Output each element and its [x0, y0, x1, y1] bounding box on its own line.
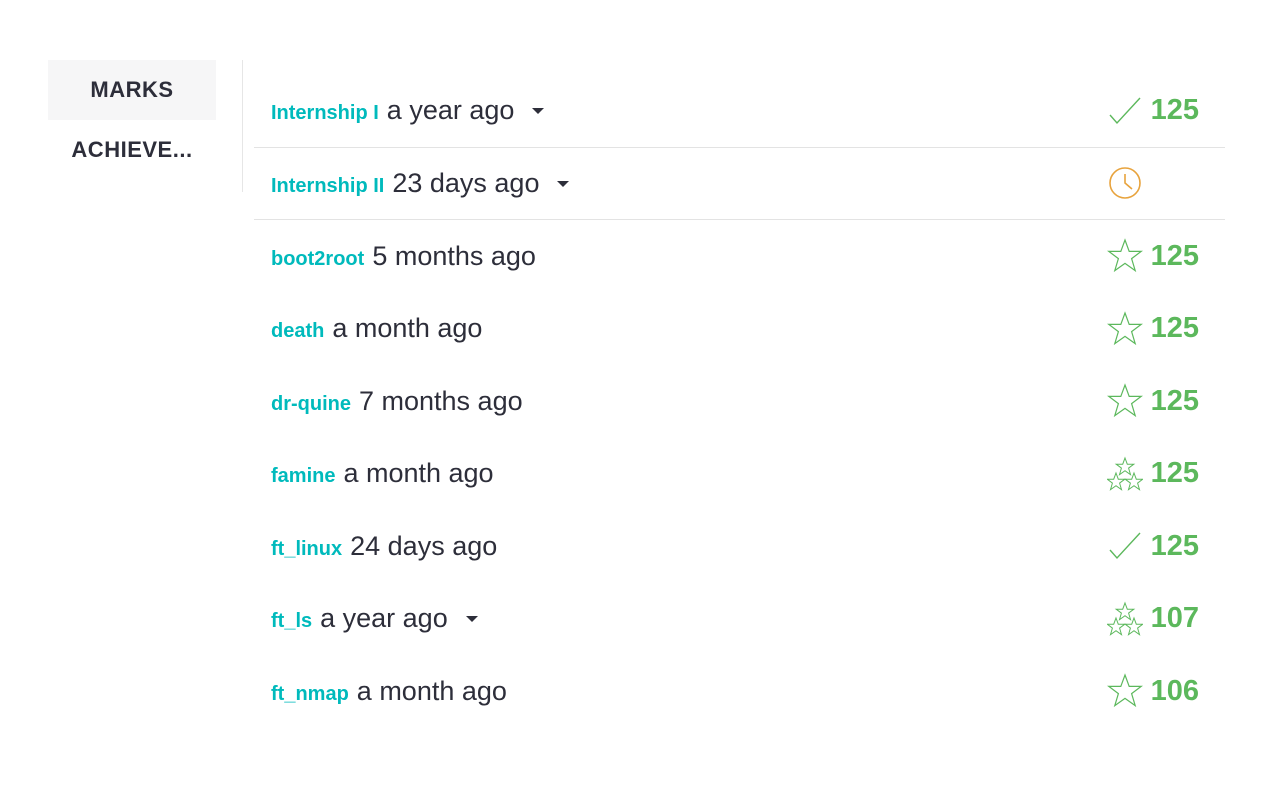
project-name-link[interactable]: famine: [271, 465, 335, 488]
caret-down-icon[interactable]: [532, 108, 545, 115]
project-mark: 125: [1150, 94, 1199, 127]
project-time: 5 months ago: [372, 240, 536, 271]
project-list: Internship I a year ago 125 Internship II 23…: [254, 75, 1225, 728]
project-info: death a month ago: [271, 313, 482, 344]
project-result: 125: [1107, 75, 1199, 147]
project-mark: 125: [1150, 384, 1199, 417]
project-info: ft_ls a year ago: [271, 603, 478, 634]
project-result: 125: [1106, 365, 1199, 438]
project-time: a month ago: [332, 313, 483, 344]
clock-icon: [1107, 165, 1143, 201]
project-info: Internship II 23 days ago: [271, 167, 570, 199]
project-info: boot2root 5 months ago: [271, 241, 536, 272]
project-time: 24 days ago: [350, 530, 498, 561]
project-time: 7 months ago: [359, 385, 523, 416]
project-info: dr-quine 7 months ago: [271, 386, 523, 417]
project-row: ft_nmap a month ago 106: [254, 655, 1225, 728]
caret-down-icon[interactable]: [465, 616, 478, 623]
project-mark: 125: [1150, 312, 1199, 345]
project-time: a month ago: [343, 458, 494, 489]
project-time: 23 days ago: [392, 167, 540, 198]
project-mark: 125: [1150, 239, 1199, 272]
project-time: a month ago: [356, 675, 507, 706]
three-stars-icon: [1106, 456, 1143, 492]
project-row: dr-quine 7 months ago 125: [254, 365, 1225, 438]
star-icon: [1106, 673, 1143, 709]
project-name-link[interactable]: dr-quine: [271, 393, 351, 416]
project-mark: 107: [1150, 602, 1199, 635]
project-name-link[interactable]: ft_linux: [271, 538, 342, 561]
project-name-link[interactable]: ft_ls: [271, 610, 312, 633]
project-info: ft_nmap a month ago: [271, 676, 507, 707]
star-icon: [1106, 383, 1143, 419]
project-time: a year ago: [386, 95, 515, 126]
project-row: ft_ls a year ago 107: [254, 583, 1225, 656]
star-icon: [1106, 238, 1143, 274]
sidebar-divider: [242, 60, 243, 192]
project-name-link[interactable]: Internship I: [271, 102, 379, 125]
project-mark: 106: [1150, 674, 1199, 707]
project-name-link[interactable]: Internship II: [271, 175, 384, 198]
project-name-link[interactable]: ft_nmap: [271, 683, 349, 706]
project-result: 125: [1106, 293, 1199, 366]
three-stars-icon: [1106, 601, 1143, 637]
project-result: 106: [1106, 655, 1199, 728]
project-result: 107: [1106, 583, 1199, 656]
project-result: 125: [1106, 220, 1199, 293]
project-marks-panel: MARKS ACHIEVE... Internship I a year ago 1…: [0, 0, 1280, 800]
project-mark: 125: [1150, 457, 1199, 490]
sidebar: MARKS ACHIEVE...: [48, 60, 216, 180]
tab-marks[interactable]: MARKS: [48, 60, 216, 120]
check-icon: [1107, 93, 1143, 129]
project-row: famine a month ago 125: [254, 438, 1225, 511]
project-row: ft_linux 24 days ago 125: [254, 510, 1225, 583]
project-info: Internship I a year ago: [271, 95, 545, 126]
project-result: 125: [1106, 438, 1199, 511]
project-info: ft_linux 24 days ago: [271, 531, 497, 562]
project-time: a year ago: [320, 603, 448, 634]
tab-achievements[interactable]: ACHIEVE...: [48, 120, 216, 180]
star-icon: [1106, 311, 1143, 347]
project-result: [1107, 148, 1199, 220]
project-row: death a month ago 125: [254, 293, 1225, 366]
project-row: Internship II 23 days ago: [254, 148, 1225, 220]
project-result: 125: [1107, 510, 1199, 583]
project-name-link[interactable]: death: [271, 320, 324, 343]
project-mark: 125: [1150, 529, 1199, 562]
project-name-link[interactable]: boot2root: [271, 248, 364, 271]
project-row: boot2root 5 months ago 125: [254, 220, 1225, 293]
caret-down-icon[interactable]: [557, 180, 570, 187]
project-info: famine a month ago: [271, 458, 494, 489]
project-row: Internship I a year ago 125: [254, 75, 1225, 148]
check-icon: [1107, 528, 1143, 564]
